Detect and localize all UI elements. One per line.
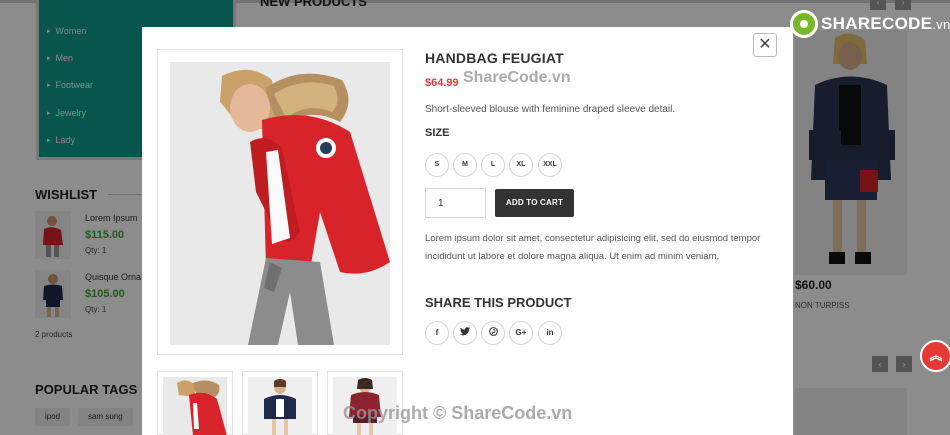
quantity-input[interactable] xyxy=(425,188,486,218)
close-icon: ✕ xyxy=(758,36,772,53)
watermark-top: ShareCode.vn xyxy=(463,69,571,86)
product-photo xyxy=(170,62,390,345)
product-short-description: Short-sleeved blouse with feminine drape… xyxy=(425,104,676,115)
scroll-to-top-button[interactable]: ︽ xyxy=(920,340,950,372)
logo-text: SHARECODE.vn xyxy=(821,14,950,34)
facebook-icon[interactable]: f xyxy=(425,321,449,345)
product-title: HANDBAG FEUGIAT xyxy=(425,50,564,66)
logo-suffix-text: .vn xyxy=(932,17,950,32)
sharecode-logo: SHARECODE.vn xyxy=(790,10,950,38)
size-option-xxl[interactable]: XXL xyxy=(538,153,562,177)
size-label: SIZE xyxy=(425,127,450,139)
size-option-m[interactable]: M xyxy=(453,153,477,177)
thumbnail-image xyxy=(248,377,312,435)
quick-view-modal: ✕ HANDBAG FEUGIAT $64.99 Short-sleeved b… xyxy=(142,27,793,435)
pinterest-icon[interactable] xyxy=(481,321,505,345)
double-chevron-up-icon: ︽ xyxy=(929,348,943,363)
share-heading: SHARE THIS PRODUCT xyxy=(425,295,572,310)
product-main-image xyxy=(157,49,403,355)
size-option-s[interactable]: S xyxy=(425,153,449,177)
add-to-cart-button[interactable]: ADD TO CART xyxy=(495,189,574,217)
logo-icon xyxy=(790,10,818,38)
watermark-bottom: Copyright © ShareCode.vn xyxy=(343,403,573,423)
twitter-icon[interactable] xyxy=(453,321,477,345)
close-button[interactable]: ✕ xyxy=(753,33,777,57)
size-option-xl[interactable]: XL xyxy=(509,153,533,177)
google-plus-icon[interactable]: G+ xyxy=(509,321,533,345)
size-option-l[interactable]: L xyxy=(481,153,505,177)
product-price: $64.99 xyxy=(425,77,459,89)
linkedin-icon[interactable]: in xyxy=(538,321,562,345)
product-thumbnail[interactable] xyxy=(157,371,233,435)
logo-main-text: SHARECODE xyxy=(821,14,933,33)
thumbnail-image xyxy=(163,377,227,435)
product-long-description: Lorem ipsum dolor sit amet, consectetur … xyxy=(425,233,761,262)
product-thumbnail[interactable] xyxy=(242,371,318,435)
